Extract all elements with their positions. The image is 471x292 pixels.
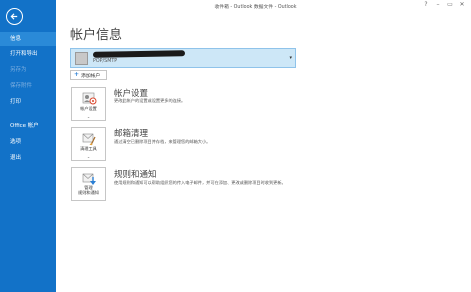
chevron-down-icon: ⌄ [86,114,91,119]
account-settings-description: 更改此帐户的设置或设置更多的连接。 [114,98,186,103]
page-title: 帐户信息 [70,28,123,43]
close-button[interactable]: ✕ [457,1,467,9]
mailbox-cleanup-title: 邮箱清理 [114,129,149,139]
rules-alerts-tile-label-2: 规则和通知 [78,190,99,195]
nav-item-save-attachments[interactable]: 保存附件 [0,79,56,93]
nav-item-print[interactable]: 打印 [0,95,56,109]
help-button[interactable]: ? [421,1,431,9]
backstage-sidebar: 信息 打开和导出 另存为 保存附件 打印 Office 帐户 选项 退出 [0,0,56,292]
add-account-button[interactable]: + 添加帐户 [70,70,107,80]
minimize-button[interactable]: – [433,1,443,9]
account-avatar [75,52,88,65]
chevron-down-icon[interactable]: ▾ [289,55,292,61]
cleanup-tools-tile[interactable]: 清理工具 ⌄ [71,127,106,161]
window-title: 收件箱 - Outlook 数据文件 - Outlook [214,5,297,10]
account-settings-tile-label: 帐户设置 [80,106,97,111]
mailbox-cleanup-description: 通过清空已删除项目并存档，来管理您的邮箱大小。 [114,139,211,144]
window-controls: ? – ▭ ✕ [421,1,467,9]
nav-item-exit[interactable]: 退出 [0,151,56,165]
back-arrow-icon[interactable] [6,8,23,25]
account-name-redacted [92,50,186,58]
account-settings-tile[interactable]: 帐户设置 ⌄ [71,87,106,121]
nav-item-office-account[interactable]: Office 帐户 [0,119,56,133]
rules-alerts-tile[interactable]: 管理 规则和通知 [71,167,106,201]
nav-item-info[interactable]: 信息 [0,32,56,46]
nav-item-options[interactable]: 选项 [0,135,56,149]
cleanup-tools-tile-label: 清理工具 [80,146,97,151]
restore-button[interactable]: ▭ [445,1,455,9]
account-selector[interactable]: POP/SMTP ▾ [70,48,296,68]
nav-item-open-export[interactable]: 打开和导出 [0,47,56,61]
nav-item-save-as[interactable]: 另存为 [0,63,56,77]
plus-icon: + [74,71,80,78]
add-account-label: 添加帐户 [81,73,101,79]
account-type: POP/SMTP [93,59,118,64]
rules-alerts-description: 使用规则和通知可以帮助组织您的传入电子邮件，并可在添加、更改或删除项目时收到更新… [114,180,286,185]
rules-alerts-title: 规则和通知 [114,170,157,180]
chevron-down-icon: ⌄ [86,154,91,159]
